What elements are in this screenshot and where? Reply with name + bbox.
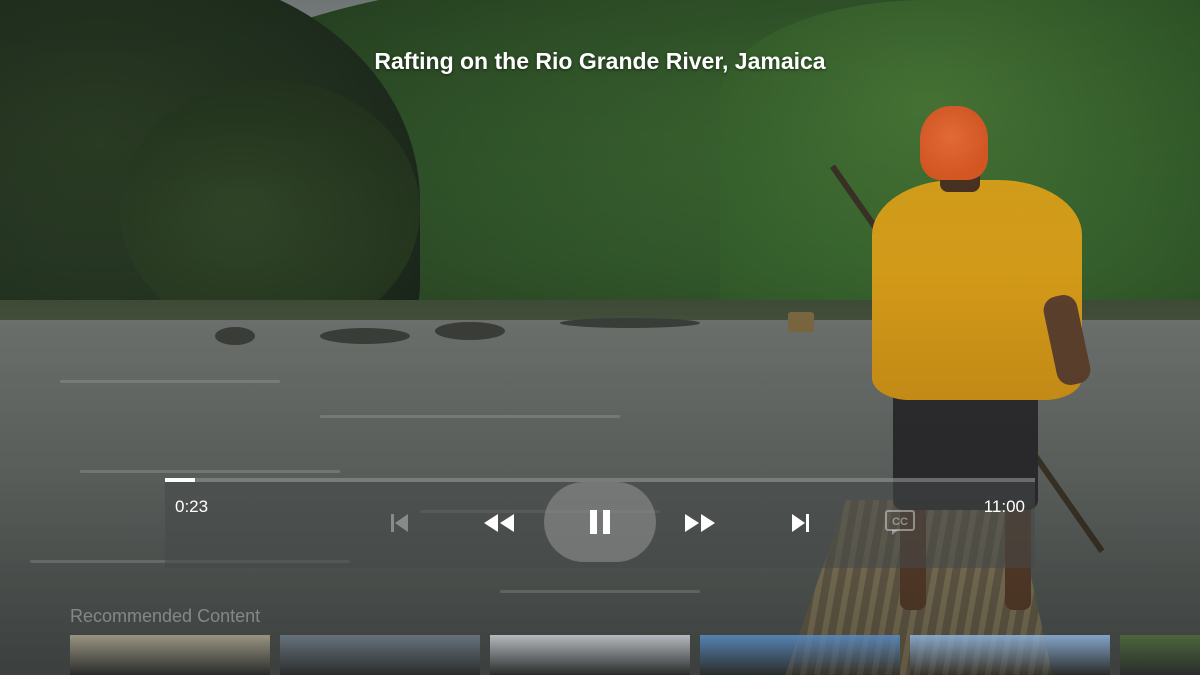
- skip-previous-icon: [391, 514, 408, 532]
- recommended-thumbnail[interactable]: [280, 635, 480, 675]
- closed-captions-icon: CC: [885, 510, 915, 535]
- fast-forward-button[interactable]: [680, 504, 720, 542]
- rewind-button[interactable]: [479, 504, 519, 542]
- video-frame: [0, 0, 1200, 675]
- progress-fill: [165, 478, 195, 482]
- video-title: Rafting on the Rio Grande River, Jamaica: [374, 48, 826, 74]
- recommended-heading: Recommended Content: [70, 606, 261, 626]
- skip-next-icon: [792, 514, 809, 532]
- recommended-thumbnail[interactable]: [490, 635, 690, 675]
- skip-previous-button[interactable]: [380, 504, 420, 542]
- playback-controls: 0:23 11:00 CC: [165, 478, 1035, 568]
- skip-next-button[interactable]: [780, 504, 820, 542]
- recommended-thumbnail[interactable]: [910, 635, 1110, 675]
- video-player[interactable]: Rafting on the Rio Grande River, Jamaica…: [0, 0, 1200, 675]
- rewind-icon: [484, 514, 514, 532]
- recommended-thumbnail[interactable]: [700, 635, 900, 675]
- svg-text:CC: CC: [892, 516, 908, 528]
- elapsed-time: 0:23: [175, 497, 209, 516]
- closed-captions-button[interactable]: CC: [880, 504, 920, 542]
- fast-forward-icon: [685, 514, 715, 532]
- pause-button[interactable]: [544, 482, 656, 562]
- total-duration: 11:00: [983, 497, 1025, 516]
- recommended-thumbnail[interactable]: [1120, 635, 1200, 675]
- pause-icon: [590, 510, 610, 534]
- recommended-thumbnail[interactable]: [70, 635, 270, 675]
